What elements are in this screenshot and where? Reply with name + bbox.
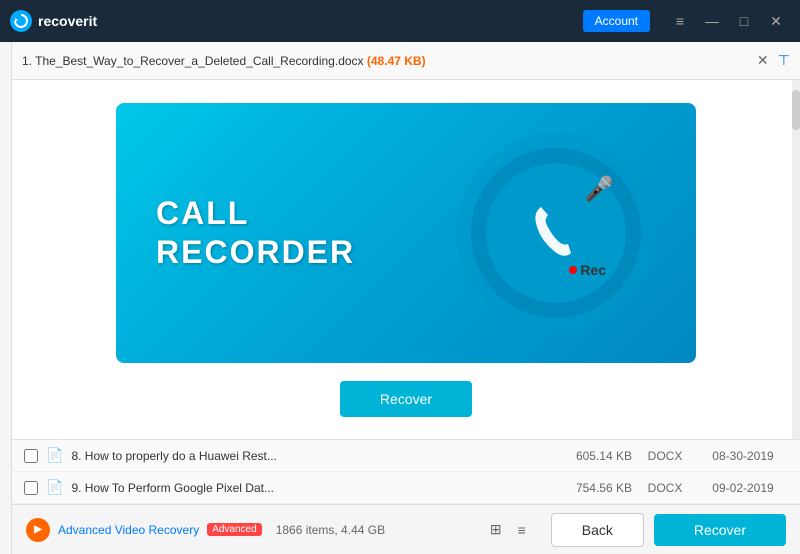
mic-icon: 🎤	[584, 175, 614, 204]
rec-badge: Rec	[569, 262, 606, 278]
table-row: 📄 8. How to properly do a Huawei Rest...…	[12, 440, 800, 472]
file-date-8: 08-30-2019	[698, 449, 788, 463]
recover-button[interactable]: Recover	[654, 514, 786, 546]
word-icon-9: 📄	[46, 479, 63, 496]
circle-mid: 🎤 Rec	[471, 148, 641, 318]
table-row: 📄 9. How To Perform Google Pixel Dat... …	[12, 472, 800, 504]
advanced-badge: Advanced	[207, 523, 261, 536]
advanced-video-section: ▶ Advanced Video Recovery Advanced	[26, 518, 262, 542]
filter-icon[interactable]: ⊤	[778, 52, 790, 69]
view-icons: ⊞ ≡	[485, 519, 533, 541]
close-preview-button[interactable]: ✕	[754, 52, 772, 70]
back-button[interactable]: Back	[551, 513, 644, 547]
phone-icon	[516, 193, 596, 273]
search-bar: 1. The_Best_Way_to_Recover_a_Deleted_Cal…	[12, 42, 800, 80]
bottom-bar: ▶ Advanced Video Recovery Advanced 1866 …	[12, 504, 800, 554]
word-icon-8: 📄	[46, 447, 63, 464]
banner-text: CALL RECORDER	[156, 194, 355, 271]
file-size-9: 754.56 KB	[552, 481, 632, 495]
file-type-9: DOCX	[640, 481, 690, 495]
file-date-9: 09-02-2019	[698, 481, 788, 495]
close-button[interactable]: ✕	[762, 9, 790, 33]
phone-icon-wrap: 🎤 Rec	[516, 193, 596, 273]
item-count: 1866 items, 4.44 GB	[276, 523, 385, 537]
circle-inner: 🎤 Rec	[486, 163, 626, 303]
list-view-button[interactable]: ≡	[511, 519, 533, 541]
logo-text: recoverit	[38, 13, 97, 29]
scrollbar-thumb	[792, 90, 800, 130]
file-checkbox-9[interactable]	[24, 481, 38, 495]
title-bar: recoverit Account ≡ — □ ✕	[0, 0, 800, 42]
app-logo: recoverit	[10, 10, 97, 32]
file-name-8: 8. How to properly do a Huawei Rest...	[71, 449, 544, 463]
logo-icon	[10, 10, 32, 32]
advanced-video-label[interactable]: Advanced Video Recovery	[58, 523, 199, 537]
content-area: 1. The_Best_Way_to_Recover_a_Deleted_Cal…	[12, 42, 800, 554]
file-size: (48.47 KB)	[367, 54, 426, 68]
preview-area: CALL RECORDER 🎤	[12, 80, 800, 439]
recover-preview-button[interactable]: Recover	[340, 381, 472, 417]
advanced-video-icon: ▶	[26, 518, 50, 542]
circle-outer: 🎤 Rec	[456, 133, 656, 333]
file-name-9: 9. How To Perform Google Pixel Dat...	[71, 481, 544, 495]
window-controls: ≡ — □ ✕	[666, 9, 790, 33]
preview-scrollbar[interactable]	[792, 80, 800, 439]
minimize-button[interactable]: —	[698, 9, 726, 33]
account-button[interactable]: Account	[583, 10, 650, 32]
grid-view-button[interactable]: ⊞	[485, 519, 507, 541]
file-size-8: 605.14 KB	[552, 449, 632, 463]
call-recorder-banner: CALL RECORDER 🎤	[116, 103, 696, 363]
file-path: 1. The_Best_Way_to_Recover_a_Deleted_Cal…	[22, 54, 748, 68]
hamburger-button[interactable]: ≡	[666, 9, 694, 33]
file-checkbox-8[interactable]	[24, 449, 38, 463]
restore-button[interactable]: □	[730, 9, 758, 33]
sidebar	[0, 42, 12, 554]
main-content: 1. The_Best_Way_to_Recover_a_Deleted_Cal…	[0, 42, 800, 554]
file-list: 📄 8. How to properly do a Huawei Rest...…	[12, 439, 800, 504]
rec-dot	[569, 266, 577, 274]
file-type-8: DOCX	[640, 449, 690, 463]
